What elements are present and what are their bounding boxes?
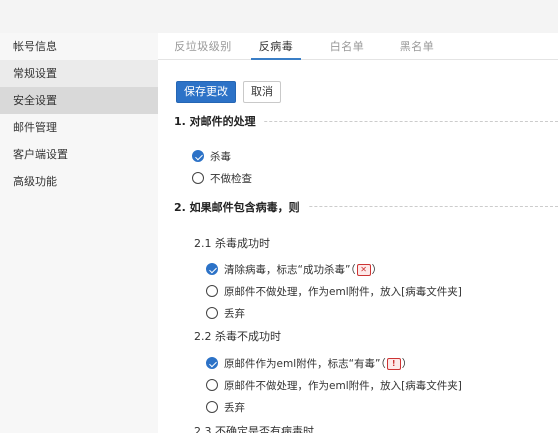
tab-anti-spam-level[interactable]: 反垃圾级别 [173,33,233,60]
option-clean-and-mark[interactable]: 清除病毒，标志“成功杀毒”（ ✕） [206,261,382,277]
main-panel: 反垃圾级别 反病毒 白名单 黑名单 保存更改 取消 1. 对邮件的处理 杀毒 不… [158,33,558,433]
option-label: 原邮件不做处理，作为eml附件，放入[病毒文件夹] [224,285,462,298]
option-attach-to-virus-folder[interactable]: 原邮件不做处理，作为eml附件，放入[病毒文件夹] [206,283,462,299]
red-alert-icon: ! [386,357,401,370]
option-discard[interactable]: 丢弃 [206,305,245,321]
option-label: 丢弃 [224,401,245,414]
section-title-if-virus: 2. 如果邮件包含病毒，则 [174,199,308,215]
tab-whitelist[interactable]: 白名单 [323,33,371,60]
option-label: 原邮件作为eml附件，标志“有毒”（!） [224,357,413,370]
radio-checked-icon[interactable] [206,263,218,275]
radio-checked-icon[interactable] [192,150,204,162]
sidebar-item-general-settings[interactable]: 常规设置 [0,60,158,87]
save-button[interactable]: 保存更改 [176,81,236,103]
tab-bar: 反垃圾级别 反病毒 白名单 黑名单 [158,33,558,60]
sidebar-item-client-settings[interactable]: 客户端设置 [0,141,158,168]
subsection-title-uncertain: 2.3 不确定是否有病毒时 [194,425,314,433]
section-title-mail-handling: 1. 对邮件的处理 [174,113,264,129]
sidebar-item-advanced-features[interactable]: 高级功能 [0,168,158,195]
radio-unchecked-icon[interactable] [206,307,218,319]
radio-unchecked-icon[interactable] [206,285,218,297]
option-discard[interactable]: 丢弃 [206,399,245,415]
radio-checked-icon[interactable] [206,357,218,369]
subsection-title-clean-success: 2.1 杀毒成功时 [194,237,270,250]
radio-unchecked-icon[interactable] [192,172,204,184]
tab-blacklist[interactable]: 黑名单 [393,33,441,60]
sidebar-item-mail-management[interactable]: 邮件管理 [0,114,158,141]
option-label: 杀毒 [210,150,231,163]
option-attach-and-mark-infected[interactable]: 原邮件作为eml附件，标志“有毒”（!） [206,355,412,371]
red-x-icon: ✕ [356,263,371,276]
option-label: 不做检查 [210,172,252,185]
sidebar-item-account-info[interactable]: 帐号信息 [0,33,158,60]
option-label: 丢弃 [224,307,245,320]
option-no-check[interactable]: 不做检查 [192,170,252,186]
sidebar: 帐号信息 常规设置 安全设置 邮件管理 客户端设置 高级功能 [0,33,158,433]
option-label: 清除病毒，标志“成功杀毒”（ ✕） [224,263,383,276]
radio-unchecked-icon[interactable] [206,401,218,413]
subsection-title-clean-failed: 2.2 杀毒不成功时 [194,330,281,343]
radio-unchecked-icon[interactable] [206,379,218,391]
tab-anti-virus[interactable]: 反病毒 [251,33,301,60]
option-attach-to-virus-folder[interactable]: 原邮件不做处理，作为eml附件，放入[病毒文件夹] [206,377,462,393]
option-label: 原邮件不做处理，作为eml附件，放入[病毒文件夹] [224,379,462,392]
cancel-button[interactable]: 取消 [243,81,281,103]
top-bar [0,0,558,33]
sidebar-item-security-settings[interactable]: 安全设置 [0,87,158,114]
option-scan-virus[interactable]: 杀毒 [192,148,231,164]
